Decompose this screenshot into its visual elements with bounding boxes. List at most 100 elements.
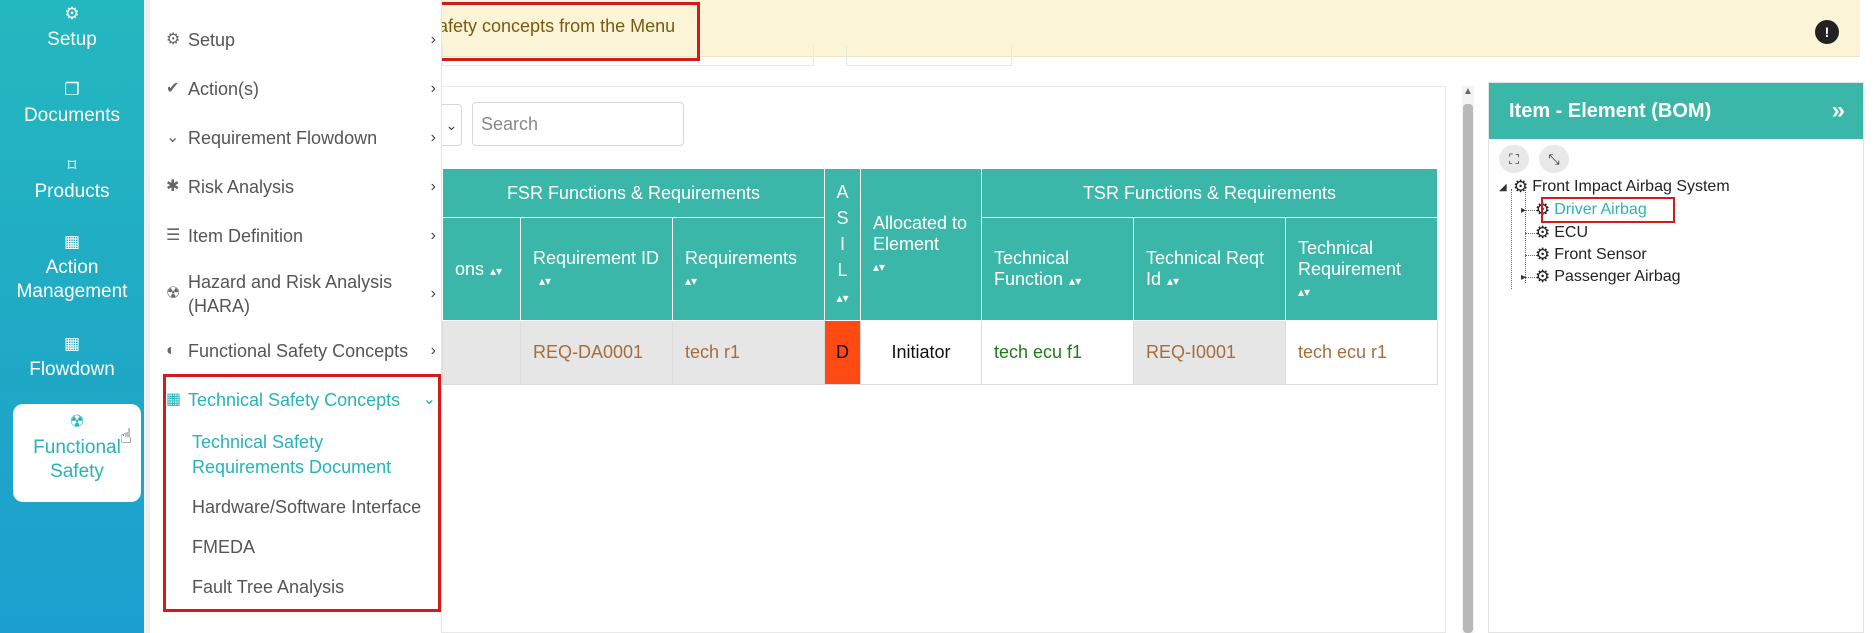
cell-allocated: Initiator bbox=[860, 320, 982, 385]
requirements-table: FSR Functions & Requirements A S I L ▴▾ Allo… bbox=[442, 168, 1438, 385]
menu-item-label: Action(s) bbox=[188, 79, 260, 99]
menu-item-risk-analysis[interactable]: ✱ Risk Analysis › bbox=[166, 175, 436, 199]
menu-item-label: Item Definition bbox=[188, 226, 304, 246]
list-icon: ☰ bbox=[166, 227, 181, 244]
gears-icon: ⚙ bbox=[1513, 177, 1529, 196]
rail-item-action-management[interactable]: ▦ Action Management bbox=[0, 232, 144, 304]
bom-title: Item - Element (BOM) bbox=[1509, 100, 1712, 122]
sort-icon: ▴▾ bbox=[539, 274, 552, 288]
tree-toggle-icon[interactable]: ▸ bbox=[1521, 272, 1535, 283]
sort-icon: ▴▾ bbox=[490, 263, 503, 278]
cell-requirement-id[interactable]: REQ-DA0001 bbox=[520, 320, 673, 385]
tree-node-label: Front Impact Airbag System bbox=[1532, 178, 1730, 195]
building-icon: ▦ bbox=[63, 334, 81, 353]
tree-toggle-icon[interactable]: ◢ bbox=[1499, 182, 1513, 193]
cell-asil: D bbox=[824, 320, 861, 385]
column-header-technical-reqt-id[interactable]: Technical Reqt Id ▴▾ bbox=[1133, 217, 1286, 321]
table-row[interactable]: REQ-DA0001 tech r1 D Initiator tech ecu … bbox=[442, 320, 1438, 385]
tree-guide bbox=[1511, 189, 1512, 289]
gears-icon: ⚙ bbox=[166, 31, 181, 48]
cell-requirements[interactable]: tech r1 bbox=[672, 320, 825, 385]
column-header-technical-requirement[interactable]: Technical Requirement ▴▾ bbox=[1285, 217, 1438, 321]
menu-item-setup[interactable]: ⚙ Setup › bbox=[166, 28, 436, 52]
product-icon: ⌑ bbox=[67, 156, 77, 175]
tree-node-ecu[interactable]: ⚙ ECU bbox=[1535, 223, 1588, 243]
column-header-fsr-functions[interactable]: ons ▴▾ bbox=[442, 217, 521, 321]
allocated-label: Allocated to Element bbox=[873, 213, 968, 254]
notice-highlight-box bbox=[432, 2, 700, 61]
column-header-allocated[interactable]: Allocated to Element ▴▾ bbox=[860, 168, 982, 321]
tree-node-passenger-airbag[interactable]: ▸ ⚙ Passenger Airbag bbox=[1521, 267, 1681, 287]
page-size-select[interactable]: ⌄ bbox=[442, 104, 462, 146]
menu-highlight-box bbox=[163, 374, 441, 612]
hand-cursor-icon: ☝ bbox=[120, 426, 133, 448]
menu-item-label: Hazard and Risk Analysis (HARA) bbox=[188, 272, 393, 316]
asil-label: ASIL bbox=[836, 181, 849, 280]
chevron-right-icon: › bbox=[430, 129, 436, 146]
menu-item-actions[interactable]: ✔ Action(s) › bbox=[166, 77, 436, 101]
gear-icon: ⚙ bbox=[1535, 245, 1551, 264]
col-label: Requirement ID bbox=[533, 248, 660, 268]
rail-item-documents[interactable]: ❐ Documents bbox=[0, 80, 144, 128]
menu-item-requirement-flowdown[interactable]: ⌄ Requirement Flowdown › bbox=[166, 126, 436, 150]
group-header-fsr: FSR Functions & Requirements bbox=[442, 168, 825, 218]
rail-item-label: Setup bbox=[47, 29, 97, 50]
rail-item-functional-safety[interactable]: ☢ Functional Safety bbox=[13, 404, 141, 502]
tree-node-root[interactable]: ◢ ⚙ Front Impact Airbag System bbox=[1499, 177, 1730, 197]
radiation-icon: ☢ bbox=[166, 285, 181, 302]
column-header-asil[interactable]: A S I L ▴▾ bbox=[824, 168, 861, 321]
col-label: Technical Reqt Id bbox=[1146, 248, 1265, 289]
main-rail: ⚙ Setup ❐ Documents ⌑ Products ▦ Action … bbox=[0, 0, 144, 633]
chevron-right-icon: › bbox=[430, 80, 436, 97]
sort-icon: ▴▾ bbox=[873, 260, 886, 274]
alert-icon[interactable]: ! bbox=[1815, 20, 1839, 44]
search-input[interactable]: Search bbox=[472, 102, 684, 146]
tree-node-label: Passenger Airbag bbox=[1554, 268, 1681, 285]
sort-icon: ▴▾ bbox=[1069, 274, 1082, 288]
cell-technical-reqt-id[interactable]: REQ-I0001 bbox=[1133, 320, 1286, 385]
chevron-right-icon: › bbox=[430, 227, 436, 244]
cell-technical-function[interactable]: tech ecu f1 bbox=[981, 320, 1134, 385]
tree-toggle-icon[interactable]: ▸ bbox=[1521, 205, 1535, 216]
column-header-technical-function[interactable]: Technical Function ▴▾ bbox=[981, 217, 1134, 321]
filter-box-ghost bbox=[846, 46, 1012, 66]
shield-icon: ◐ bbox=[166, 342, 176, 359]
sort-icon: ▴▾ bbox=[1167, 274, 1180, 288]
tree-node-label: Front Sensor bbox=[1554, 246, 1647, 263]
scroll-up-icon[interactable]: ▲ bbox=[1462, 86, 1474, 100]
copy-icon: ❐ bbox=[64, 80, 80, 99]
rail-item-products[interactable]: ⌑ Products bbox=[0, 156, 144, 204]
collapse-panel-icon[interactable]: » bbox=[1832, 83, 1845, 139]
rail-item-setup[interactable]: ⚙ Setup bbox=[0, 4, 144, 52]
bom-toolbar: ⛶ ⤡ bbox=[1499, 145, 1569, 173]
gears-icon: ⚙ bbox=[64, 4, 80, 23]
bom-header: Item - Element (BOM) » bbox=[1489, 83, 1863, 139]
menu-item-hara[interactable]: ☢ Hazard and Risk Analysis (HARA) › bbox=[166, 268, 436, 320]
menu-item-item-definition[interactable]: ☰ Item Definition › bbox=[166, 224, 436, 248]
rail-item-label: Flowdown bbox=[29, 359, 115, 380]
column-header-requirements[interactable]: Requirements ▴▾ bbox=[672, 217, 825, 321]
selection-highlight-box bbox=[1541, 197, 1675, 223]
compress-icon[interactable]: ⤡ bbox=[1539, 145, 1569, 173]
rail-item-flowdown[interactable]: ▦ Flowdown bbox=[0, 334, 144, 382]
gear-icon: ⚙ bbox=[1535, 223, 1551, 242]
tree-node-front-sensor[interactable]: ⚙ Front Sensor bbox=[1535, 245, 1647, 265]
scroll-thumb[interactable] bbox=[1463, 104, 1473, 633]
chevron-right-icon: › bbox=[430, 342, 436, 359]
menu-item-label: Requirement Flowdown bbox=[188, 128, 378, 148]
gears-icon: ⚙ bbox=[1535, 267, 1551, 286]
group-header-tsr: TSR Functions & Requirements bbox=[981, 168, 1438, 218]
menu-item-label: Setup bbox=[188, 30, 236, 50]
col-label: ons bbox=[455, 258, 485, 279]
rail-item-label: Documents bbox=[23, 105, 121, 126]
double-chevron-down-icon: ⌄ bbox=[166, 129, 180, 146]
vertical-scrollbar[interactable]: ▲ bbox=[1462, 86, 1474, 633]
cell-technical-requirement[interactable]: tech ecu r1 bbox=[1285, 320, 1438, 385]
column-header-requirement-id[interactable]: Requirement ID ▴▾ bbox=[520, 217, 673, 321]
menu-item-functional-safety-concepts[interactable]: ◐ Functional Safety Concepts › bbox=[166, 339, 436, 363]
sort-icon: ▴▾ bbox=[685, 274, 698, 288]
expand-icon[interactable]: ⛶ bbox=[1499, 145, 1529, 173]
menu-item-label: Risk Analysis bbox=[188, 177, 295, 197]
col-label: Requirements bbox=[685, 248, 798, 268]
radiation-icon: ☢ bbox=[69, 412, 85, 431]
